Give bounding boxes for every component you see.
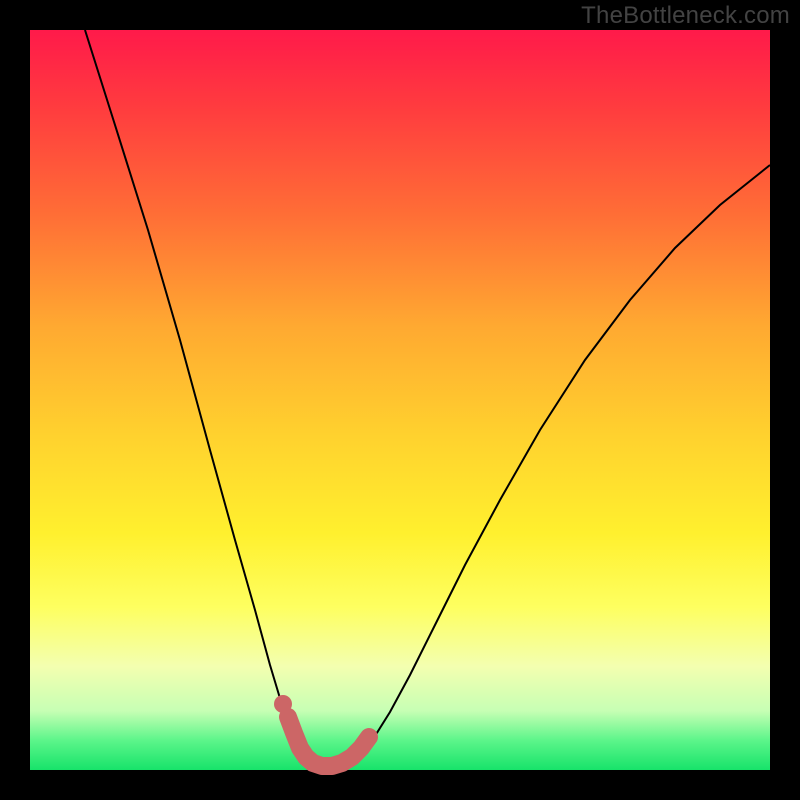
- watermark-text: TheBottleneck.com: [581, 2, 790, 30]
- plot-area: [30, 30, 770, 770]
- chart-frame: TheBottleneck.com: [0, 0, 800, 800]
- valley-dot-left: [274, 695, 292, 713]
- bottleneck-curve: [85, 30, 770, 769]
- valley-marker: [288, 717, 369, 766]
- curves-svg: [30, 30, 770, 770]
